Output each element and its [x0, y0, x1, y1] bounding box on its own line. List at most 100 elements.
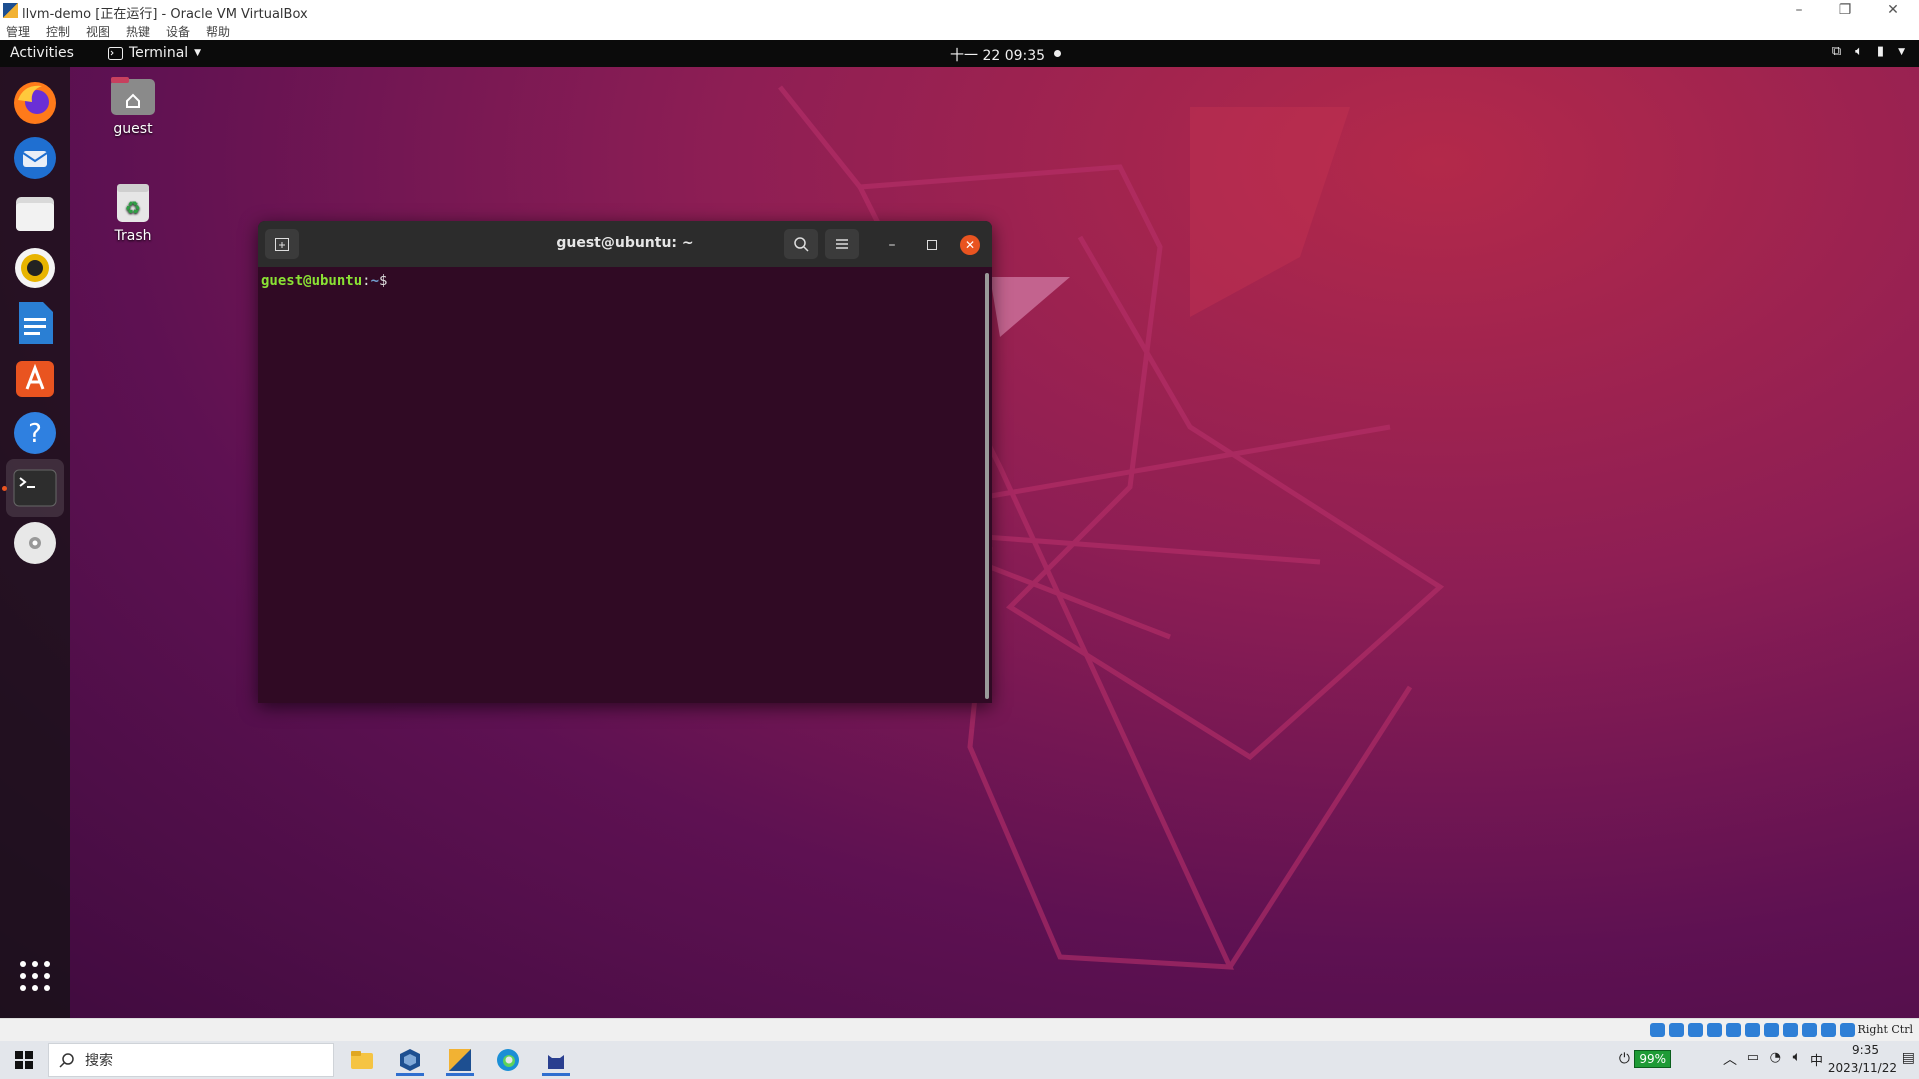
home-folder-icon — [111, 77, 155, 115]
search-button[interactable] — [784, 229, 818, 259]
terminal-small-icon — [108, 46, 123, 60]
menu-hotkeys[interactable]: 热键 — [126, 23, 150, 40]
dock-thunderbird[interactable] — [6, 129, 64, 187]
dock-app-center[interactable] — [6, 349, 64, 407]
window-title: llvm-demo [正在运行] - Oracle VM VirtualBox — [22, 7, 308, 22]
battery-icon[interactable]: ▭ — [1747, 1050, 1759, 1065]
active-indicator — [396, 1073, 424, 1076]
battery-percent[interactable]: 99% — [1634, 1050, 1671, 1068]
shared-folder-icon[interactable] — [1745, 1023, 1760, 1037]
power-plug-icon[interactable]: ⏻ — [1619, 1051, 1630, 1067]
active-indicator — [542, 1073, 570, 1076]
svg-text:♻: ♻ — [125, 198, 141, 219]
minimize-button[interactable]: – — [882, 235, 902, 255]
desktop: ? guest ♻ Trash guest@ubuntu: ~ – ✕ gues… — [0, 67, 1919, 1018]
optical-drive-icon[interactable] — [1669, 1023, 1684, 1037]
chevron-up-icon[interactable]: ︿ — [1723, 1049, 1737, 1069]
volume-icon[interactable]: 🔈︎ — [1793, 1049, 1801, 1065]
ime-indicator[interactable]: 中 — [1810, 1050, 1823, 1069]
hdd-icon[interactable] — [1650, 1023, 1665, 1037]
virtualbox-menu-bar: 管理 控制 视图 热键 设备 帮助 — [0, 22, 1919, 40]
menu-button[interactable] — [825, 229, 859, 259]
hamburger-menu-icon — [836, 239, 848, 249]
taskbar-edge[interactable] — [486, 1044, 530, 1076]
virtualbox-logo-icon — [3, 3, 18, 18]
wifi-icon[interactable]: ◔ — [1770, 1050, 1781, 1065]
active-indicator — [446, 1073, 474, 1076]
network-icon[interactable] — [1707, 1023, 1722, 1037]
taskbar-search[interactable]: 搜索 — [48, 1043, 334, 1077]
search-icon — [59, 1053, 74, 1068]
start-button[interactable] — [2, 1044, 46, 1076]
terminal-output[interactable]: guest@ubuntu:~$ — [261, 273, 981, 698]
recording-icon[interactable] — [1783, 1023, 1798, 1037]
dock-files[interactable] — [6, 184, 64, 242]
menu-manage[interactable]: 管理 — [6, 23, 30, 40]
windows-taskbar: 搜索 ⏻ 99% ︿ ▭ ◔ 🔈︎ 中 9:35 2023/11/22 ▤ — [0, 1041, 1919, 1079]
menu-help[interactable]: 帮助 — [206, 23, 230, 40]
taskbar-vm-window[interactable] — [438, 1044, 482, 1076]
help-icon: ? — [14, 412, 56, 454]
menu-view[interactable]: 视图 — [86, 23, 110, 40]
app-menu[interactable]: Terminal ▼ — [108, 45, 201, 61]
svg-text:?: ? — [28, 419, 42, 449]
dock-help[interactable]: ? — [6, 404, 64, 462]
taskbar-file-explorer[interactable] — [340, 1044, 384, 1076]
prompt-path: ~ — [370, 273, 380, 289]
virtualbox-status-bar: Right Ctrl — [0, 1018, 1919, 1042]
rhythmbox-icon — [15, 248, 55, 288]
device-status-icons[interactable] — [1650, 1023, 1855, 1037]
maximize-button[interactable] — [922, 235, 942, 255]
terminal-header-bar[interactable]: guest@ubuntu: ~ – ✕ — [258, 221, 992, 267]
ubuntu-top-bar: Activities Terminal ▼ 十一 22 09:35 ⧉ 🔈︎ ▮… — [0, 40, 1919, 67]
dock-terminal[interactable] — [6, 459, 64, 517]
restore-button[interactable]: ❐ — [1822, 0, 1868, 22]
taskbar-date[interactable]: 2023/11/22 — [1828, 1061, 1897, 1075]
search-placeholder: 搜索 — [85, 1053, 113, 1069]
system-tray[interactable]: ⧉ 🔈︎ ▮ ▼ — [1832, 44, 1905, 59]
menu-devices[interactable]: 设备 — [166, 23, 190, 40]
display-icon[interactable] — [1764, 1023, 1779, 1037]
terminal-scrollbar[interactable] — [985, 273, 989, 699]
app-center-icon — [16, 361, 54, 397]
prompt-user: guest@ubuntu — [261, 273, 363, 289]
dvd-icon — [14, 522, 56, 564]
minimize-button[interactable]: – — [1776, 0, 1822, 22]
show-apps-icon — [20, 961, 50, 991]
usb-icon[interactable] — [1726, 1023, 1741, 1037]
close-button[interactable]: ✕ — [960, 235, 980, 255]
maximize-icon — [927, 240, 937, 250]
notifications-icon[interactable]: ▤ — [1902, 1050, 1915, 1066]
keyboard-icon[interactable] — [1840, 1023, 1855, 1037]
audio-icon[interactable] — [1688, 1023, 1703, 1037]
windows-logo-icon — [15, 1051, 33, 1069]
battery-icon: ▮ — [1876, 44, 1885, 59]
desktop-icon-guest[interactable]: guest — [88, 77, 178, 137]
trash-icon: ♻ — [117, 184, 149, 222]
prompt-separator: : — [362, 273, 371, 289]
dock-dvd[interactable] — [6, 514, 64, 572]
chevron-down-icon: ▼ — [194, 48, 202, 58]
dock-writer[interactable] — [6, 294, 64, 352]
dock-firefox[interactable] — [6, 74, 64, 132]
menu-control[interactable]: 控制 — [46, 23, 70, 40]
close-button[interactable]: ✕ — [1870, 0, 1916, 22]
taskbar-app[interactable] — [534, 1044, 578, 1076]
desktop-icon-label: Trash — [114, 228, 152, 244]
mouse-integration-icon[interactable] — [1821, 1023, 1836, 1037]
show-applications-button[interactable] — [6, 947, 64, 1005]
host-key-label: Right Ctrl — [1857, 1023, 1913, 1036]
taskbar-time[interactable]: 9:35 — [1852, 1043, 1879, 1057]
thunderbird-icon — [14, 137, 56, 179]
terminal-window[interactable]: guest@ubuntu: ~ – ✕ guest@ubuntu:~$ — [258, 221, 992, 703]
taskbar-virtualbox[interactable] — [388, 1044, 432, 1076]
desktop-icon-trash[interactable]: ♻ Trash — [88, 180, 178, 244]
dock-rhythmbox[interactable] — [6, 239, 64, 297]
search-icon — [794, 237, 809, 252]
virtualbox-icon — [400, 1049, 420, 1071]
clock[interactable]: 十一 22 09:35 — [950, 45, 1045, 65]
cpu-icon[interactable] — [1802, 1023, 1817, 1037]
activities-button[interactable]: Activities — [10, 45, 74, 61]
edge-icon — [497, 1049, 519, 1071]
volume-icon: 🔈︎ — [1855, 44, 1863, 59]
